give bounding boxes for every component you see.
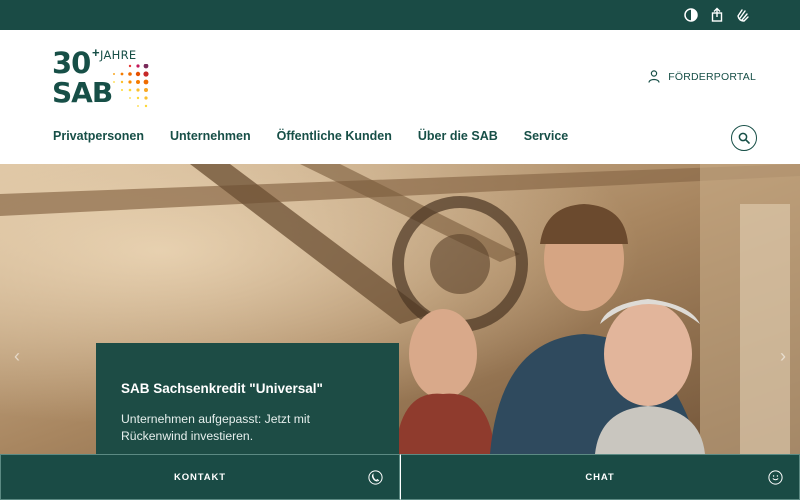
sign-language-icon[interactable]	[735, 7, 751, 23]
chat-label: CHAT	[585, 471, 615, 483]
user-icon	[648, 70, 660, 83]
foerderportal-label: FÖRDERPORTAL	[668, 70, 756, 83]
top-utility-bar	[0, 0, 800, 30]
teaser-title: SAB Sachsenkredit "Universal"	[121, 381, 323, 396]
search-button[interactable]	[731, 125, 757, 151]
contact-button[interactable]: KONTAKT	[0, 454, 400, 500]
logo-number: 30	[52, 46, 91, 80]
hero-teaser-box[interactable]: SAB Sachsenkredit "Universal" Unternehme…	[96, 343, 399, 454]
chat-button[interactable]: CHAT	[400, 454, 800, 500]
foerderportal-link[interactable]: FÖRDERPORTAL	[648, 70, 756, 83]
phone-icon	[368, 470, 383, 485]
main-navigation: Privatpersonen Unternehmen Öffentliche K…	[53, 129, 594, 143]
nav-item-ueber-die-sab[interactable]: Über die SAB	[418, 129, 498, 143]
slider-prev-arrow[interactable]: ‹	[14, 346, 20, 367]
chat-icon	[768, 470, 783, 485]
nav-item-unternehmen[interactable]: Unternehmen	[170, 129, 251, 143]
bottom-action-bar: KONTAKT CHAT	[0, 454, 800, 500]
nav-item-oeffentliche-kunden[interactable]: Öffentliche Kunden	[277, 129, 392, 143]
logo[interactable]: 30 + JAHRE SAB	[52, 45, 152, 110]
nav-item-privatpersonen[interactable]: Privatpersonen	[53, 129, 144, 143]
site-header: 30 + JAHRE SAB FÖRDERPORTAL Privatperson…	[0, 30, 800, 164]
contrast-icon[interactable]	[683, 7, 699, 23]
logo-brand: SAB	[52, 76, 113, 109]
teaser-text: Unternehmen aufgepasst: Jetzt mit Rücken…	[121, 412, 311, 443]
logo-jahre: JAHRE	[100, 48, 137, 62]
share-icon[interactable]	[709, 7, 725, 23]
logo-plus: +	[92, 45, 100, 60]
contact-label: KONTAKT	[173, 471, 227, 483]
search-icon	[738, 132, 750, 144]
nav-item-service[interactable]: Service	[524, 129, 568, 143]
logo-dots-graphic	[113, 64, 149, 108]
slider-next-arrow[interactable]: ›	[780, 346, 786, 367]
